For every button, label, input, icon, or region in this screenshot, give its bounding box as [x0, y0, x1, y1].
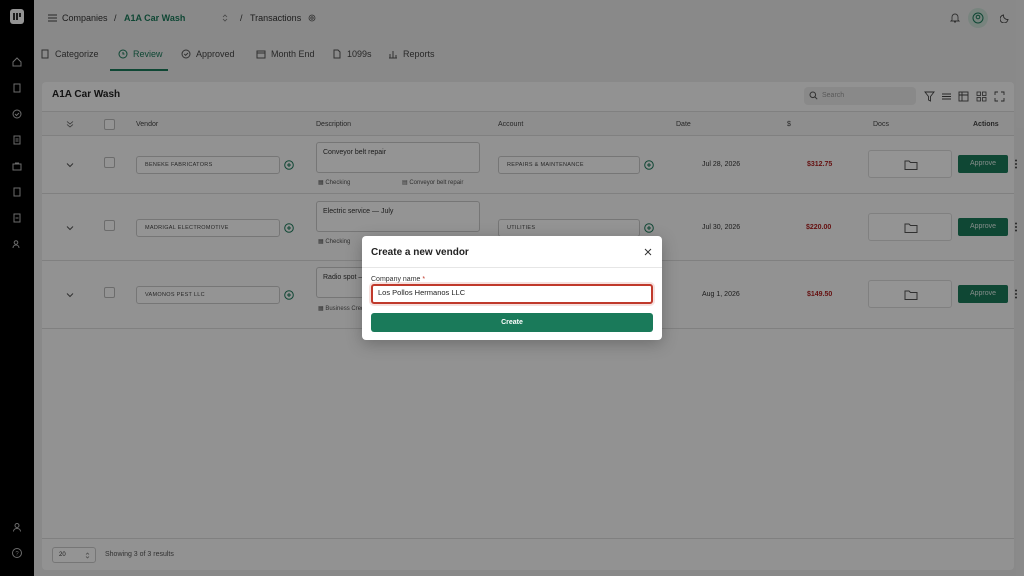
company-name-label: Company name *	[371, 276, 425, 283]
required-marker: *	[422, 276, 426, 283]
create-vendor-dialog: Create a new vendor Company name * Creat…	[362, 236, 662, 340]
dialog-header: Create a new vendor	[362, 236, 662, 268]
field-label-text: Company name	[371, 276, 421, 283]
company-name-field[interactable]	[371, 284, 653, 304]
create-button[interactable]: Create	[371, 313, 653, 332]
company-name-input[interactable]	[378, 288, 648, 297]
close-icon[interactable]	[644, 248, 652, 256]
dialog-title: Create a new vendor	[371, 247, 469, 258]
